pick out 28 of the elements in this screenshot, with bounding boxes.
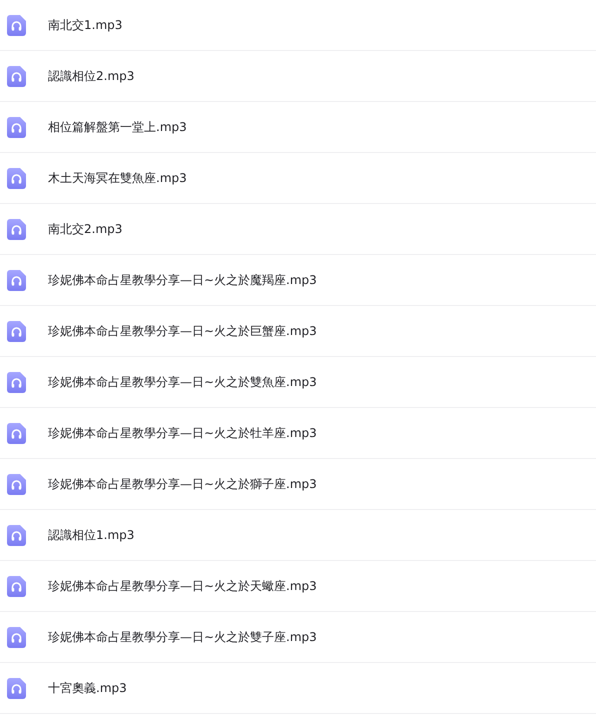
audio-file-icon: [7, 524, 26, 546]
audio-file-icon: [7, 678, 26, 698]
file-name[interactable]: 珍妮佛本命占星教學分享—日~火之於雙子座.mp3: [48, 628, 317, 646]
audio-file-icon: [7, 116, 26, 138]
audio-file-icon: [7, 474, 26, 494]
audio-file-icon: [7, 626, 26, 648]
audio-file-icon: [7, 218, 26, 240]
audio-file-icon: [7, 320, 26, 342]
file-name[interactable]: 珍妮佛本命占星教學分享—日~火之於魔羯座.mp3: [48, 272, 317, 288]
file-name[interactable]: 南北交2.mp3: [48, 220, 122, 238]
audio-file-icon: [7, 372, 26, 392]
file-name[interactable]: 珍妮佛本命占星教學分享—日~火之於天蠍座.mp3: [48, 578, 317, 594]
audio-file-icon: [7, 14, 26, 36]
audio-file-icon: [7, 168, 26, 188]
audio-file-icon: [7, 66, 26, 86]
file-name[interactable]: 珍妮佛本命占星教學分享—日~火之於獅子座.mp3: [48, 476, 317, 492]
audio-file-icon: [7, 422, 26, 444]
audio-file-icon: [7, 270, 26, 290]
audio-file-icon: [7, 576, 26, 596]
file-name[interactable]: 珍妮佛本命占星教學分享—日~火之於巨蟹座.mp3: [48, 322, 317, 340]
file-name[interactable]: 認識相位1.mp3: [48, 526, 134, 544]
file-name[interactable]: 十宮奧義.mp3: [48, 680, 127, 696]
file-name[interactable]: 木土天海冥在雙魚座.mp3: [48, 170, 187, 186]
file-name[interactable]: 認識相位2.mp3: [48, 68, 134, 84]
file-name[interactable]: 珍妮佛本命占星教學分享—日~火之於雙魚座.mp3: [48, 374, 317, 390]
file-name[interactable]: 珍妮佛本命占星教學分享—日~火之於牡羊座.mp3: [48, 424, 317, 442]
file-name[interactable]: 相位篇解盤第一堂上.mp3: [48, 118, 187, 136]
file-name[interactable]: 南北交1.mp3: [48, 16, 122, 34]
